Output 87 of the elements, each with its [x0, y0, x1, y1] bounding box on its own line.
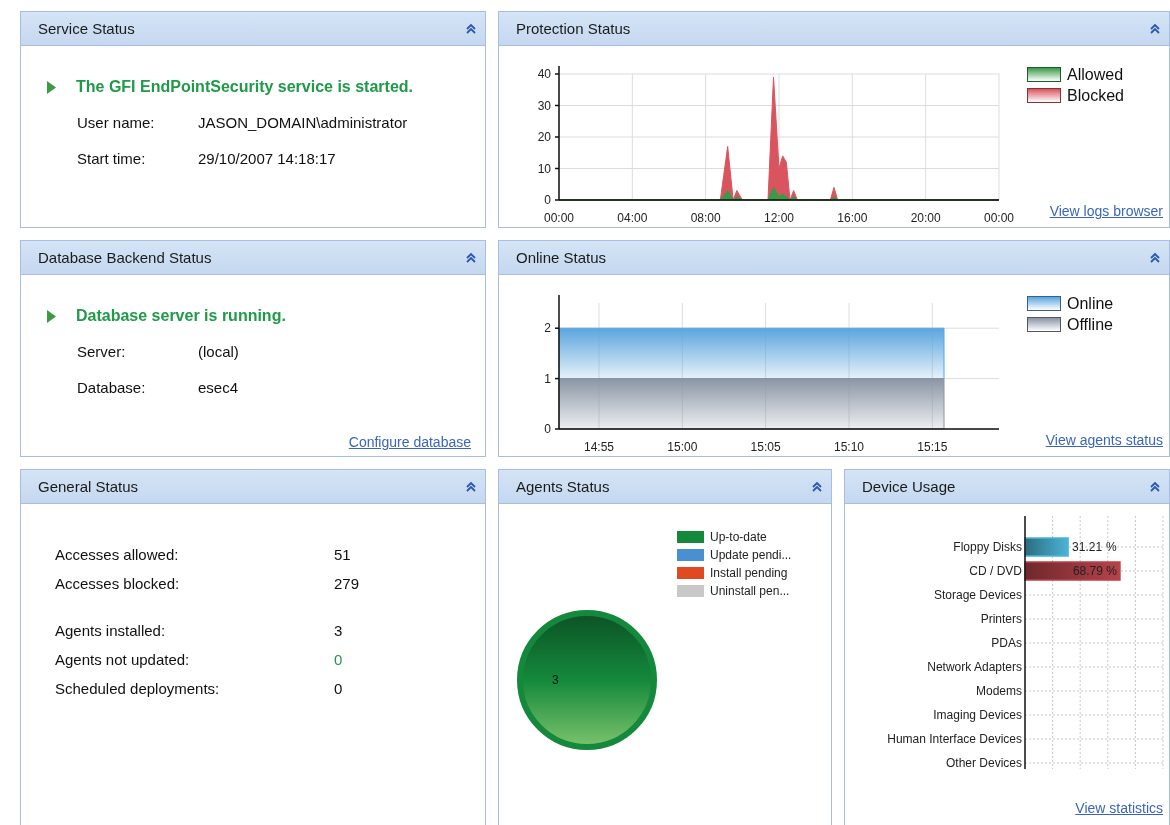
field-label: Database:	[77, 379, 147, 396]
field-label: Start time:	[77, 150, 147, 167]
panel-title: Service Status	[38, 20, 135, 37]
x-tick-label: 12:00	[764, 211, 794, 225]
collapse-icon[interactable]	[811, 480, 823, 493]
legend-label: Allowed	[1067, 65, 1124, 84]
collapse-icon[interactable]	[1149, 251, 1161, 264]
view-link[interactable]: View statistics	[1075, 800, 1163, 816]
category-label: Other Devices	[945, 756, 1022, 770]
legend-label: Uninstall pen...	[710, 584, 790, 598]
x-tick-label: 00:00	[544, 211, 574, 225]
bar-value-label: 31.21	[1072, 540, 1103, 554]
category-label: Network Adapters	[927, 660, 1022, 674]
collapse-icon[interactable]	[1149, 22, 1161, 35]
stat-value: 0	[334, 680, 343, 697]
category-label: Storage Devices	[933, 588, 1022, 602]
play-icon	[47, 80, 56, 94]
status-message: Database server is running.	[76, 307, 286, 325]
collapse-icon[interactable]	[465, 22, 477, 35]
panel-title: Database Backend Status	[38, 249, 212, 266]
y-tick-label: 0	[544, 193, 551, 207]
x-tick-label: 16:00	[837, 211, 868, 225]
panel-title: Protection Status	[516, 20, 631, 37]
category-label: PDAs	[991, 636, 1022, 650]
stat-label: Agents installed:	[55, 622, 167, 639]
category-label: CD / DVD	[969, 564, 1022, 578]
x-tick-label: 04:00	[617, 211, 648, 225]
panel-title: Agents Status	[516, 478, 610, 495]
panel-title: Online Status	[516, 249, 607, 266]
x-tick-label: 15:05	[750, 440, 781, 454]
configure-link[interactable]: Configure database	[348, 434, 471, 450]
stat-label: Accesses blocked:	[55, 575, 181, 592]
field-value: 29/10/2007 14:18:17	[198, 150, 336, 167]
legend-swatch	[1027, 88, 1061, 103]
category-label: Human Interface Devices	[887, 732, 1022, 746]
field-label: Server:	[77, 343, 127, 360]
legend-swatch	[1027, 296, 1061, 311]
field-value: esec4	[198, 379, 239, 396]
collapse-icon[interactable]	[1149, 480, 1161, 493]
status-message: The GFI EndPointSecurity service is started.	[76, 78, 413, 96]
collapse-icon[interactable]	[465, 251, 477, 264]
stat-label: Scheduled deployments:	[55, 680, 221, 697]
percent-sign: %	[1106, 540, 1117, 554]
stat-value: 279	[334, 575, 360, 592]
legend-swatch	[1027, 317, 1061, 332]
y-tick-label: 40	[537, 67, 551, 81]
slice-value-label: 3	[552, 673, 559, 687]
view-link[interactable]: View logs browser	[1049, 203, 1163, 219]
stat-value: 3	[334, 622, 343, 639]
y-tick-label: 1	[544, 371, 551, 386]
legend-label: Up-to-date	[710, 530, 767, 544]
stat-value: 0	[334, 651, 343, 668]
view-link[interactable]: View agents status	[1045, 432, 1163, 448]
x-tick-label: 20:00	[910, 211, 941, 225]
y-tick-label: 20	[537, 130, 551, 144]
stat-value: 51	[334, 546, 351, 563]
play-icon	[47, 309, 56, 323]
field-value: JASON_DOMAIN\administrator	[198, 114, 408, 131]
legend-swatch	[1027, 67, 1061, 82]
y-tick-label: 0	[544, 422, 551, 436]
legend-label: Offline	[1067, 315, 1113, 334]
legend-label: Online	[1067, 294, 1114, 313]
category-label: Modems	[976, 684, 1022, 698]
category-label: Floppy Disks	[953, 540, 1022, 554]
x-tick-label: 15:00	[667, 440, 698, 454]
category-label: Imaging Devices	[933, 708, 1022, 722]
category-label: Printers	[980, 612, 1022, 626]
x-tick-label: 00:00	[984, 211, 1014, 225]
x-tick-label: 08:00	[690, 211, 721, 225]
field-label: User name:	[77, 114, 156, 131]
legend-label: Blocked	[1067, 86, 1124, 105]
x-tick-label: 15:15	[917, 440, 948, 454]
legend-label: Update pendi...	[710, 548, 792, 562]
x-tick-label: 15:10	[834, 440, 864, 454]
bar-value-label: 68.79	[1072, 564, 1103, 578]
collapse-icon[interactable]	[465, 480, 477, 493]
legend-label: Install pending	[710, 566, 788, 580]
percent-sign: %	[1106, 564, 1117, 578]
panel-title: General Status	[38, 478, 139, 495]
stat-label: Agents not updated:	[55, 651, 191, 668]
stat-label: Accesses allowed:	[55, 546, 180, 563]
x-tick-label: 14:55	[584, 440, 614, 454]
panel-title: Device Usage	[862, 478, 956, 495]
y-tick-label: 10	[537, 161, 551, 176]
field-value: (local)	[198, 343, 239, 360]
y-tick-label: 30	[537, 98, 551, 113]
y-tick-label: 2	[544, 321, 551, 336]
